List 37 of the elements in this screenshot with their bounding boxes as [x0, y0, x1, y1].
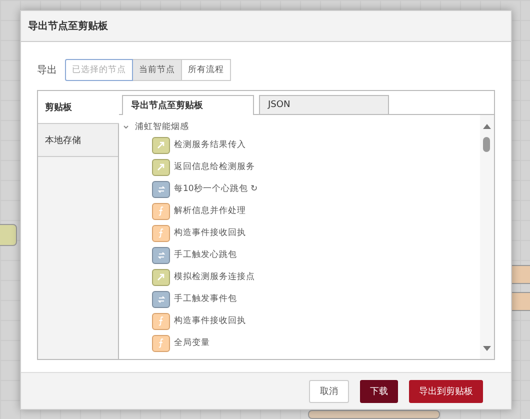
node-label[interactable]: 构造事件接收回执	[174, 227, 246, 239]
download-button[interactable]: 下载	[360, 380, 398, 402]
node-label[interactable]: 解析信息并作处理	[174, 205, 246, 217]
function-icon	[158, 206, 164, 216]
arrow-icon	[157, 141, 165, 149]
dialog-title: 导出节点至剪贴板	[21, 11, 511, 42]
tab[interactable]: 导出节点至剪贴板	[122, 95, 254, 115]
arrows-icon	[158, 294, 164, 304]
node-label[interactable]: 构造事件接收回执	[174, 315, 246, 327]
node-label[interactable]: 手工触发心跳包	[174, 249, 237, 261]
node-label[interactable]: 返回信息给检测服务	[174, 161, 255, 173]
sidebar-tab[interactable]: 剪贴板	[38, 91, 119, 124]
flow-group-label: 浦虹智能烟感	[135, 121, 189, 133]
scroll-up-icon[interactable]	[483, 124, 491, 129]
function-icon	[158, 316, 164, 326]
arrows-icon	[158, 184, 164, 194]
node-label[interactable]: 检测服务结果传入	[174, 139, 246, 151]
arrow-icon	[157, 163, 165, 171]
flow-node[interactable]	[308, 410, 440, 419]
chevron-icon[interactable]	[123, 124, 129, 130]
export-option[interactable]: 所有流程	[182, 59, 231, 81]
scrollbar[interactable]	[480, 115, 494, 359]
export-label: 导出	[37, 64, 57, 77]
node-label[interactable]: 全局变量	[174, 337, 210, 349]
function-icon	[158, 228, 164, 238]
export-button[interactable]: 导出到剪贴板	[409, 380, 483, 402]
node-label[interactable]: 模拟检测服务连接点	[174, 271, 255, 283]
node-label[interactable]: 手工触发事件包	[174, 293, 237, 305]
cancel-button[interactable]: 取消	[309, 380, 349, 402]
arrows-icon	[158, 250, 164, 260]
arrow-icon	[157, 273, 165, 281]
scroll-thumb[interactable]	[483, 137, 490, 152]
node-label[interactable]: 每10秒一个心跳包 ↻	[174, 183, 258, 195]
export-option[interactable]: 当前节点	[133, 59, 182, 81]
scroll-down-icon[interactable]	[483, 346, 491, 351]
tab[interactable]: JSON	[259, 95, 389, 114]
function-icon	[158, 338, 164, 348]
